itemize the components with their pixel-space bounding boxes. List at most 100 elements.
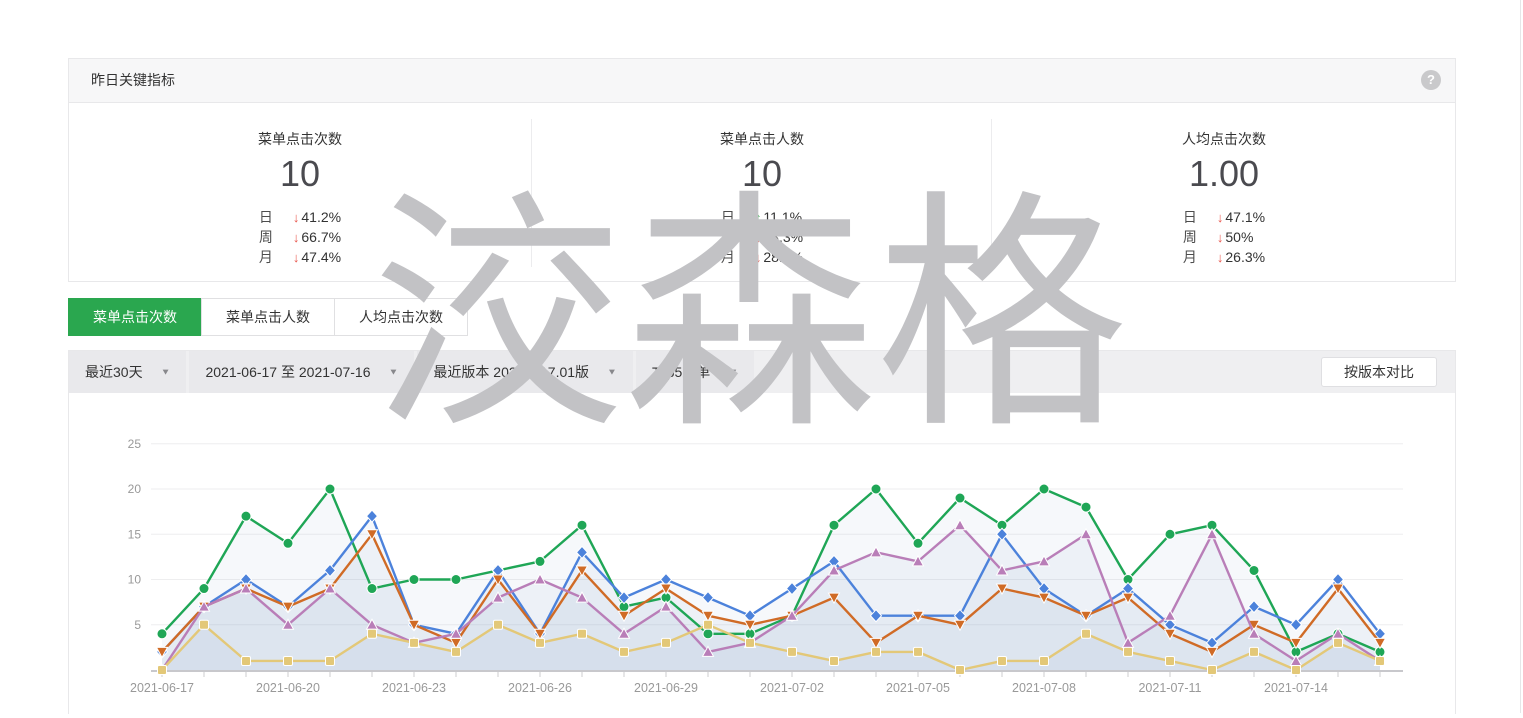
- data-point-top5-series-5[interactable]: [620, 647, 629, 656]
- data-point-top5-series-5[interactable]: [788, 647, 797, 656]
- data-point-top5-series-1[interactable]: [913, 538, 923, 548]
- trend-down-icon: ↓: [1217, 230, 1224, 245]
- data-point-top5-series-5[interactable]: [284, 656, 293, 665]
- trend-pct: 33.3%: [763, 229, 803, 245]
- tab-menu-users[interactable]: 菜单点击人数: [201, 298, 335, 336]
- trend-down-icon: ↓: [755, 250, 762, 265]
- kpi-card-title: 昨日关键指标: [91, 72, 175, 88]
- metric-title: 菜单点击人数: [531, 129, 993, 149]
- data-point-top5-series-1[interactable]: [577, 520, 587, 530]
- x-axis-tick-label: 2021-07-05: [886, 681, 950, 695]
- metric-title: 人均点击次数: [993, 129, 1455, 149]
- data-point-top5-series-5[interactable]: [1124, 647, 1133, 656]
- x-axis-tick-label: 2021-06-26: [508, 681, 572, 695]
- data-point-top5-series-5[interactable]: [410, 638, 419, 647]
- trend-row-month: 月↓26.3%: [1183, 247, 1265, 267]
- trend-pct: 50%: [1225, 229, 1253, 245]
- trend-pct: 26.3%: [1225, 249, 1265, 265]
- data-point-top5-series-5[interactable]: [578, 629, 587, 638]
- data-point-top5-series-1[interactable]: [241, 511, 251, 521]
- metric-value: 1.00: [993, 153, 1455, 195]
- filter-bar: 最近30天 ▼ 2021-06-17 至 2021-07-16 ▼ 最近版本 2…: [69, 351, 1455, 393]
- data-point-top5-series-1[interactable]: [703, 629, 713, 639]
- trend-down-icon: ↓: [293, 250, 300, 265]
- data-point-top5-series-1[interactable]: [871, 484, 881, 494]
- page-right-border: [1520, 0, 1521, 713]
- trend-row-week: 周↓50%: [1183, 227, 1265, 247]
- data-point-top5-series-5[interactable]: [704, 620, 713, 629]
- kpi-card-header: 昨日关键指标 ?: [69, 59, 1455, 103]
- data-point-top5-series-1[interactable]: [535, 556, 545, 566]
- tab-menu-clicks[interactable]: 菜单点击次数: [68, 298, 202, 336]
- trend-up-icon: ↑: [755, 210, 762, 225]
- data-point-top5-series-5[interactable]: [872, 647, 881, 656]
- top5-menu-dropdown[interactable]: Top5菜单 ▼: [636, 351, 754, 393]
- data-point-top5-series-1[interactable]: [955, 493, 965, 503]
- data-point-top5-series-1[interactable]: [199, 584, 209, 594]
- date-range-dropdown[interactable]: 2021-06-17 至 2021-07-16 ▼: [189, 351, 414, 393]
- trend-pct: 28.6%: [763, 249, 803, 265]
- data-point-top5-series-1[interactable]: [1249, 565, 1259, 575]
- trend-pct: 66.7%: [301, 229, 341, 245]
- data-point-top5-series-1[interactable]: [367, 584, 377, 594]
- data-point-top5-series-5[interactable]: [494, 620, 503, 629]
- data-point-top5-series-5[interactable]: [242, 656, 251, 665]
- x-axis-tick-label: 2021-07-02: [760, 681, 824, 695]
- data-point-top5-series-5[interactable]: [1208, 666, 1217, 675]
- data-point-top5-series-5[interactable]: [1376, 656, 1385, 665]
- data-point-top5-series-1[interactable]: [157, 629, 167, 639]
- trend-chart-svg: 5101520252021-06-172021-06-202021-06-232…: [69, 393, 1453, 713]
- trend-down-icon: ↓: [293, 230, 300, 245]
- data-point-top5-series-5[interactable]: [746, 638, 755, 647]
- data-point-top5-series-5[interactable]: [200, 620, 209, 629]
- data-point-top5-series-5[interactable]: [452, 647, 461, 656]
- x-axis-tick-label: 2021-06-23: [382, 681, 446, 695]
- trend-row-week: 周↓66.7%: [259, 227, 341, 247]
- trend-down-icon: ↓: [293, 210, 300, 225]
- data-point-top5-series-5[interactable]: [158, 666, 167, 675]
- chevron-down-icon: ▼: [607, 367, 617, 376]
- data-point-top5-series-5[interactable]: [536, 638, 545, 647]
- data-point-top5-series-1[interactable]: [325, 484, 335, 494]
- date-range-preset-dropdown[interactable]: 最近30天 ▼: [69, 351, 186, 393]
- trend-row-day: 日↓47.1%: [1183, 207, 1265, 227]
- trend-pct: 11.1%: [763, 209, 802, 225]
- data-point-top5-series-1[interactable]: [1165, 529, 1175, 539]
- data-point-top5-series-5[interactable]: [914, 647, 923, 656]
- trend-row-week: 周↓33.3%: [721, 227, 803, 247]
- data-point-top5-series-5[interactable]: [1082, 629, 1091, 638]
- data-point-top5-series-5[interactable]: [1250, 647, 1259, 656]
- data-point-top5-series-1[interactable]: [451, 575, 461, 585]
- data-point-top5-series-1[interactable]: [409, 575, 419, 585]
- data-point-top5-series-1[interactable]: [829, 520, 839, 530]
- compare-by-version-button[interactable]: 按版本对比: [1321, 357, 1437, 387]
- metric-tabs: 菜单点击次数 菜单点击人数 人均点击次数: [68, 298, 468, 336]
- data-point-top5-series-5[interactable]: [1334, 638, 1343, 647]
- data-point-top5-series-5[interactable]: [326, 656, 335, 665]
- chevron-down-icon: ▼: [728, 367, 738, 376]
- data-point-top5-series-5[interactable]: [830, 656, 839, 665]
- y-axis-tick-label: 25: [128, 437, 142, 451]
- data-point-top5-series-1[interactable]: [283, 538, 293, 548]
- data-point-top5-series-1[interactable]: [1081, 502, 1091, 512]
- help-icon[interactable]: ?: [1421, 70, 1441, 90]
- data-point-top5-series-5[interactable]: [1292, 666, 1301, 675]
- data-point-top5-series-5[interactable]: [368, 629, 377, 638]
- y-axis-tick-label: 10: [128, 573, 142, 587]
- data-point-top5-series-5[interactable]: [1166, 656, 1175, 665]
- data-point-top5-series-5[interactable]: [998, 656, 1007, 665]
- data-point-top5-series-5[interactable]: [662, 638, 671, 647]
- trend-down-icon: ↓: [755, 230, 762, 245]
- x-axis-tick-label: 2021-06-20: [256, 681, 320, 695]
- data-point-top5-series-5[interactable]: [1040, 656, 1049, 665]
- menu-version-dropdown[interactable]: 最近版本 20210617.01版 ▼: [417, 351, 633, 393]
- metric-menu-users: 菜单点击人数 10 日↑11.1% 周↓33.3% 月↓28.6%: [531, 103, 993, 281]
- x-axis-tick-label: 2021-07-14: [1264, 681, 1328, 695]
- x-axis-tick-label: 2021-07-11: [1138, 681, 1201, 695]
- metric-clicks-per-user: 人均点击次数 1.00 日↓47.1% 周↓50% 月↓26.3%: [993, 103, 1455, 281]
- metric-menu-clicks: 菜单点击次数 10 日↓41.2% 周↓66.7% 月↓47.4%: [69, 103, 531, 281]
- kpi-card-body: 菜单点击次数 10 日↓41.2% 周↓66.7% 月↓47.4% 菜单点击人数…: [69, 103, 1455, 281]
- data-point-top5-series-5[interactable]: [956, 666, 965, 675]
- tab-clicks-per-user[interactable]: 人均点击次数: [334, 298, 468, 336]
- data-point-top5-series-1[interactable]: [1039, 484, 1049, 494]
